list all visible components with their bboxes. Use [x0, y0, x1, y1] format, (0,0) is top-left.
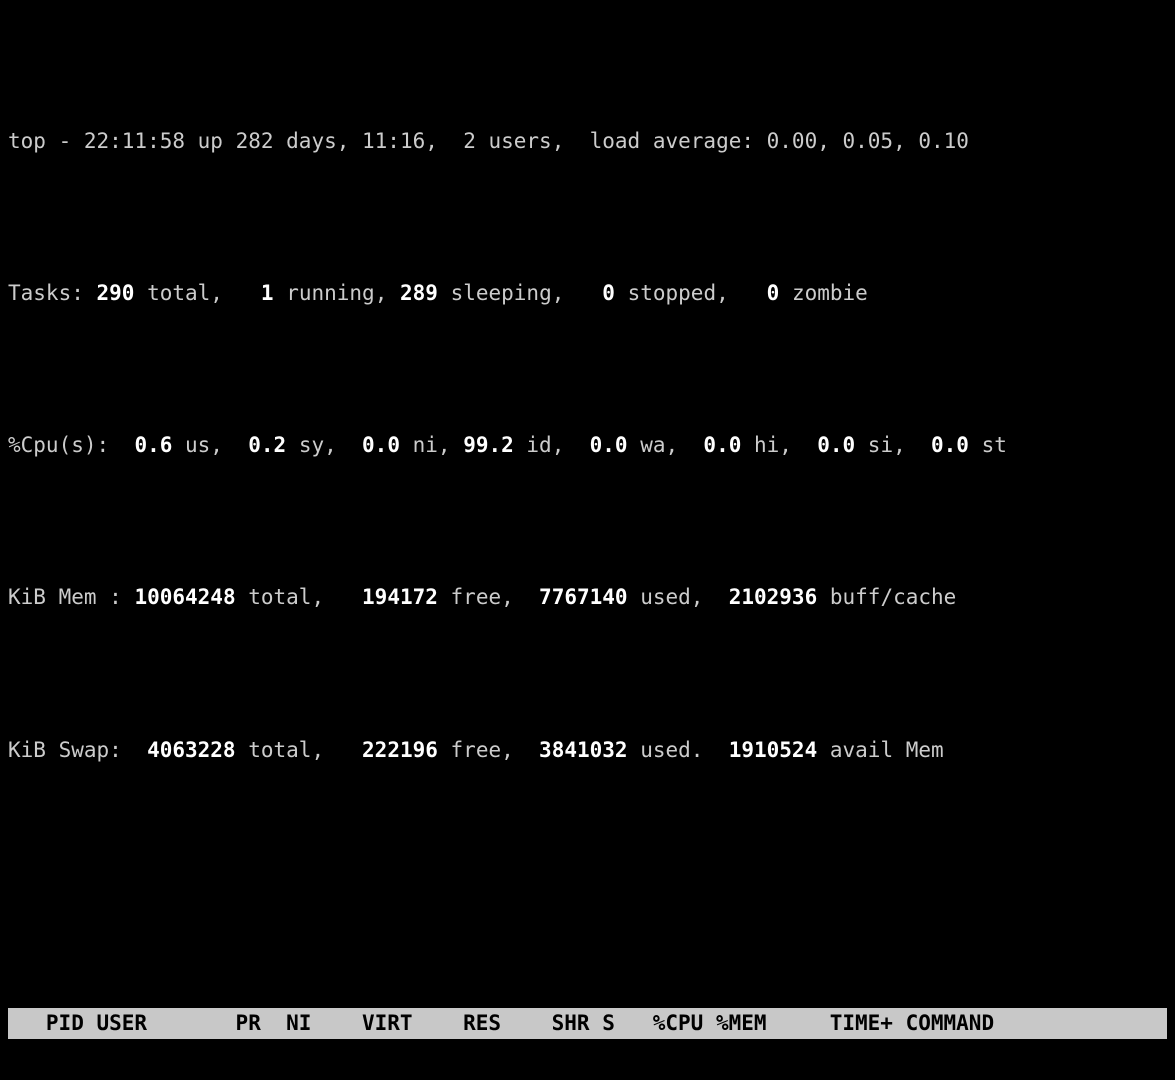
top-tasks-line: Tasks: 290 total, 1 running, 289 sleepin… [8, 278, 1167, 308]
col-cmd: COMMAND [893, 1008, 994, 1038]
col-pid: PID [8, 1008, 84, 1038]
top-cpu-line: %Cpu(s): 0.6 us, 0.2 sy, 0.0 ni, 99.2 id… [8, 430, 1167, 460]
process-header-row: PID USERPRNIVIRTRESSHR S%CPU%MEMTIME+COM… [8, 1008, 1167, 1038]
col-mem: %MEM [703, 1008, 766, 1038]
blank-separator [8, 856, 1167, 886]
col-shr: SHR [501, 1008, 590, 1038]
col-pr: PR [210, 1008, 261, 1038]
col-res: RES [413, 1008, 502, 1038]
col-virt: VIRT [311, 1008, 412, 1038]
col-user: USER [97, 1008, 211, 1038]
top-swap-line: KiB Swap: 4063228 total, 222196 free, 38… [8, 735, 1167, 765]
top-uptime-line: top - 22:11:58 up 282 days, 11:16, 2 use… [8, 126, 1167, 156]
top-mem-line: KiB Mem : 10064248 total, 194172 free, 7… [8, 582, 1167, 612]
col-s: S [602, 1008, 627, 1038]
col-time: TIME+ [767, 1008, 893, 1038]
terminal-output[interactable]: top - 22:11:58 up 282 days, 11:16, 2 use… [0, 0, 1175, 1080]
col-ni: NI [261, 1008, 312, 1038]
col-cpu: %CPU [627, 1008, 703, 1038]
